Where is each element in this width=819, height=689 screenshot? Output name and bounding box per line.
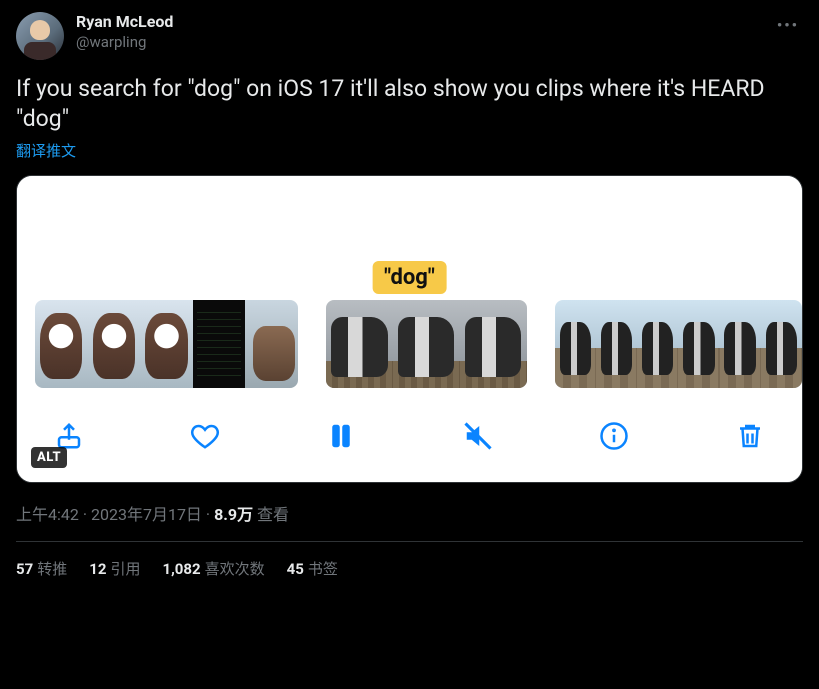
tweet-text: If you search for "dog" on iOS 17 it'll … [16, 74, 803, 134]
tweet-container: Ryan McLeod @warpling ••• If you search … [0, 0, 819, 591]
tweet-date[interactable]: 2023年7月17日 [91, 505, 202, 524]
stats-row: 57转推 12引用 1,082 喜欢次数 45书签 [16, 542, 803, 579]
bookmarks-stat[interactable]: 45书签 [287, 558, 338, 579]
clip-frame [193, 300, 246, 388]
stat-label: 转推 [37, 560, 67, 578]
tweet-header: Ryan McLeod @warpling ••• [16, 12, 803, 60]
clip-frame [596, 300, 637, 388]
user-handle: @warpling [76, 33, 173, 53]
media-preview-top: "dog" [17, 176, 802, 300]
caption-chip: "dog" [372, 261, 447, 294]
alt-badge[interactable]: ALT [31, 447, 67, 468]
clip-group[interactable] [326, 300, 527, 388]
translate-link[interactable]: 翻译推文 [16, 140, 76, 161]
clip-frame [637, 300, 678, 388]
clip-frame [678, 300, 719, 388]
video-timeline[interactable] [17, 300, 802, 394]
tweet-meta: 上午4:42 · 2023年7月17日 · 8.9万 查看 [16, 501, 803, 525]
clip-frame [555, 300, 596, 388]
media-toolbar [17, 394, 802, 482]
stat-label: 喜欢次数 [205, 560, 265, 578]
display-name: Ryan McLeod [76, 12, 173, 33]
clip-frame [460, 300, 527, 388]
clip-group[interactable] [555, 300, 802, 388]
clip-frame [35, 300, 88, 388]
clip-frame [88, 300, 141, 388]
author-names[interactable]: Ryan McLeod @warpling [76, 12, 173, 52]
retweets-stat[interactable]: 57转推 [16, 558, 67, 579]
trash-icon[interactable] [732, 418, 768, 454]
stat-count: 12 [89, 560, 106, 578]
clip-frame [393, 300, 460, 388]
stat-label: 引用 [110, 560, 140, 578]
more-icon[interactable]: ••• [773, 12, 803, 38]
stat-count: 1,082 [162, 560, 200, 578]
views-count: 8.9万 [214, 505, 253, 524]
clip-frame [326, 300, 393, 388]
pause-icon[interactable] [323, 418, 359, 454]
stat-count: 57 [16, 560, 33, 578]
clip-group[interactable] [35, 300, 298, 388]
clip-frame [140, 300, 193, 388]
views-label: 查看 [257, 505, 289, 524]
likes-stat[interactable]: 1,082 喜欢次数 [162, 558, 264, 579]
heart-icon[interactable] [187, 418, 223, 454]
mute-icon[interactable] [460, 418, 496, 454]
tweet-time[interactable]: 上午4:42 [16, 505, 79, 524]
media-card[interactable]: "dog" [16, 175, 803, 483]
stat-count: 45 [287, 560, 304, 578]
clip-frame [245, 300, 298, 388]
clip-frame [761, 300, 802, 388]
quotes-stat[interactable]: 12引用 [89, 558, 140, 579]
info-icon[interactable] [596, 418, 632, 454]
clip-frame [720, 300, 761, 388]
avatar[interactable] [16, 12, 64, 60]
stat-label: 书签 [308, 560, 338, 578]
